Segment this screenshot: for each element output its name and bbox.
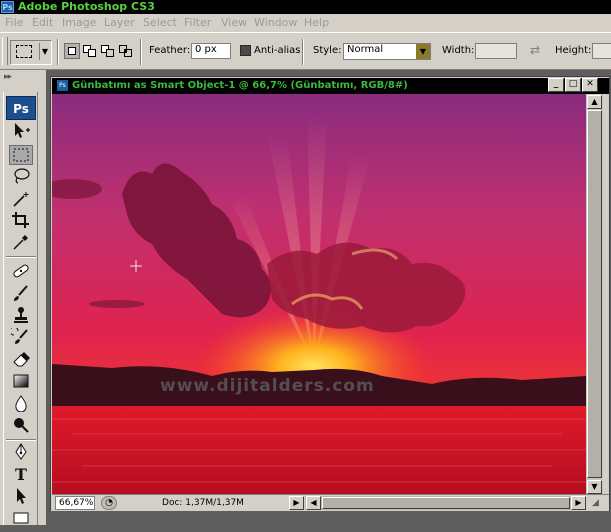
toolbox-collapse-icon[interactable]: ▸▸ bbox=[4, 72, 12, 82]
zoom-level-input[interactable]: 66,67% bbox=[55, 496, 95, 510]
toolbox-separator bbox=[6, 439, 36, 441]
document-title: Günbatımı as Smart Object-1 @ 66,7% (Gün… bbox=[72, 80, 408, 91]
menu-window[interactable]: Window bbox=[254, 16, 297, 30]
sunset-image bbox=[52, 94, 586, 494]
scroll-left-arrow-icon[interactable]: ◀ bbox=[306, 496, 321, 510]
options-bar: ▼ Feather: 0 px Anti-alias Style: Normal… bbox=[0, 32, 611, 70]
add-to-selection-button[interactable] bbox=[82, 43, 98, 59]
chevron-down-icon: ▼ bbox=[39, 43, 50, 60]
status-menu-arrow-icon[interactable]: ▶ bbox=[289, 496, 304, 510]
rectangle-tool-icon[interactable] bbox=[9, 508, 33, 528]
path-selection-tool-icon[interactable] bbox=[9, 487, 33, 507]
app-title: Adobe Photoshop CS3 bbox=[18, 0, 155, 13]
crop-tool-icon[interactable] bbox=[9, 211, 33, 231]
horizontal-scroll-thumb[interactable] bbox=[322, 497, 570, 509]
menu-file[interactable]: File bbox=[5, 16, 23, 30]
maximize-button[interactable]: □ bbox=[565, 78, 581, 92]
minimize-button[interactable]: _ bbox=[548, 78, 564, 92]
scroll-right-arrow-icon[interactable]: ▶ bbox=[571, 496, 586, 510]
width-input[interactable] bbox=[475, 43, 517, 59]
width-label: Width: bbox=[442, 45, 475, 56]
chevron-down-icon: ▼ bbox=[416, 44, 430, 59]
menu-layer[interactable]: Layer bbox=[104, 16, 135, 30]
photoshop-app-icon: Ps bbox=[1, 1, 14, 13]
menu-bar: File Edit Image Layer Select Filter View… bbox=[0, 14, 611, 32]
options-separator bbox=[140, 39, 142, 65]
magic-wand-tool-icon[interactable] bbox=[9, 190, 33, 210]
menu-image[interactable]: Image bbox=[62, 16, 96, 30]
swap-dimensions-icon[interactable]: ⇄ bbox=[528, 43, 542, 57]
dodge-tool-icon[interactable] bbox=[9, 416, 33, 436]
healing-brush-tool-icon[interactable] bbox=[9, 262, 33, 282]
intersect-selection-button[interactable] bbox=[118, 43, 134, 59]
watermark-text: www.dijitalders.com bbox=[160, 376, 375, 396]
document-canvas[interactable]: www.dijitalders.com bbox=[52, 94, 586, 494]
workspace-background bbox=[50, 511, 611, 525]
gradient-tool-icon[interactable] bbox=[9, 372, 33, 392]
pen-tool-icon[interactable] bbox=[9, 443, 33, 463]
options-separator bbox=[302, 39, 304, 65]
photoshop-logo[interactable]: Ps bbox=[6, 96, 36, 120]
type-tool-icon[interactable]: T bbox=[9, 465, 33, 485]
close-button[interactable]: ✕ bbox=[582, 78, 598, 92]
clone-stamp-tool-icon[interactable] bbox=[9, 306, 33, 326]
height-label: Height: bbox=[555, 45, 592, 56]
tool-preset-picker[interactable]: ▼ bbox=[10, 40, 52, 65]
style-select[interactable]: Normal ▼ bbox=[343, 43, 431, 60]
vertical-scroll-thumb[interactable] bbox=[587, 110, 602, 478]
resize-grip-icon[interactable]: ◢ bbox=[588, 496, 603, 510]
anti-alias-checkbox[interactable] bbox=[240, 45, 251, 56]
menu-view[interactable]: View bbox=[221, 16, 247, 30]
anti-alias-label: Anti-alias bbox=[254, 45, 301, 56]
rectangular-marquee-tool-icon[interactable] bbox=[9, 145, 33, 165]
options-separator bbox=[57, 39, 59, 65]
toolbox-separator bbox=[6, 256, 36, 258]
move-tool-icon[interactable] bbox=[9, 122, 33, 142]
scroll-down-arrow-icon[interactable]: ▼ bbox=[587, 480, 602, 494]
feather-label: Feather: bbox=[149, 45, 191, 56]
scroll-up-arrow-icon[interactable]: ▲ bbox=[587, 95, 602, 109]
menu-select[interactable]: Select bbox=[143, 16, 177, 30]
height-input[interactable] bbox=[592, 43, 611, 59]
feather-input[interactable]: 0 px bbox=[191, 43, 231, 59]
eraser-tool-icon[interactable] bbox=[9, 350, 33, 370]
eyedropper-tool-icon[interactable] bbox=[9, 233, 33, 253]
style-label: Style: bbox=[313, 45, 342, 56]
lasso-tool-icon[interactable] bbox=[9, 167, 33, 187]
document-icon: Ps bbox=[57, 80, 68, 91]
marquee-preset-icon bbox=[16, 45, 32, 58]
new-selection-button[interactable] bbox=[64, 43, 80, 59]
menu-help[interactable]: Help bbox=[304, 16, 329, 30]
blur-tool-icon[interactable] bbox=[9, 394, 33, 414]
options-grip[interactable] bbox=[2, 37, 8, 65]
status-info-icon[interactable]: ◔ bbox=[101, 496, 117, 510]
history-brush-tool-icon[interactable] bbox=[9, 326, 33, 348]
style-select-value: Normal bbox=[347, 44, 384, 55]
subtract-from-selection-button[interactable] bbox=[100, 43, 116, 59]
document-size-status: Doc: 1,37M/1,37M bbox=[162, 498, 244, 508]
menu-filter[interactable]: Filter bbox=[184, 16, 211, 30]
menu-edit[interactable]: Edit bbox=[32, 16, 53, 30]
brush-tool-icon[interactable] bbox=[9, 284, 33, 304]
